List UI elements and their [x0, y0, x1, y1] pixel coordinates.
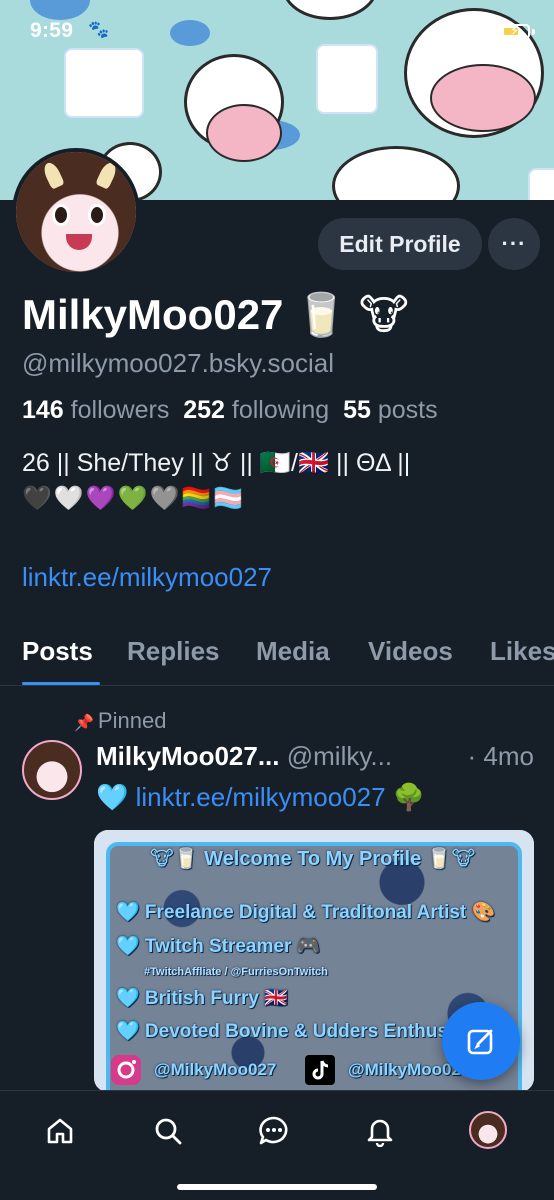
edit-profile-button[interactable]: Edit Profile — [318, 218, 482, 270]
bell-icon — [367, 1119, 393, 1147]
home-indicator — [177, 1184, 377, 1190]
compose-icon — [467, 1029, 493, 1055]
chat-icon — [259, 1116, 288, 1145]
home-icon — [47, 1118, 73, 1144]
profile-bio-line-2: 🖤🤍💜💚🩶🏳️‍🌈🏳️‍⚧️ — [22, 485, 246, 512]
profile-stats: 146 followers 252 following 55 posts — [22, 396, 438, 425]
wifi-icon — [472, 26, 492, 39]
image-title-text: 🐮🥛 Welcome To My Profile 🥛🐮 — [150, 848, 476, 870]
post-author-name: MilkyMoo027... — [96, 741, 280, 771]
profile-tabs: Posts Replies Media Videos Likes — [0, 630, 554, 686]
cellular-signal-icon — [436, 26, 460, 42]
image-text-line: 🩵 Freelance Digital & Traditonal Artist … — [116, 902, 496, 923]
paw-icon: 🐾 — [88, 20, 110, 39]
followers-label: followers — [70, 396, 170, 424]
profile-handle: @milkymoo027.bsky.social — [22, 348, 335, 378]
following-count: 252 — [183, 396, 225, 424]
pinned-indicator: 📌 Pinned — [74, 708, 166, 734]
more-options-button[interactable]: ··· — [488, 218, 540, 270]
status-bar: 9:59 🐾 ⚡ — [0, 0, 554, 64]
instagram-icon — [110, 1054, 142, 1086]
following-link[interactable]: 252 following — [183, 396, 329, 424]
post-link[interactable]: linktr.ee/milkymoo027 — [136, 782, 386, 812]
nav-search[interactable] — [148, 1111, 188, 1151]
post-body-suffix: 🌳 — [385, 782, 426, 812]
post-author-avatar[interactable] — [22, 740, 82, 800]
profile-avatar[interactable] — [12, 148, 140, 276]
image-text-line: 🩵 British Furry 🇬🇧 — [116, 988, 288, 1009]
profile-bio-line-1: 26 || She/They || ♉ || 🇩🇿/🇬🇧 || ΘΔ || — [22, 449, 411, 477]
search-icon — [155, 1118, 182, 1145]
image-text-line: #TwitchAffliate / @FurriesOnTwitch — [144, 966, 328, 978]
posts-count: 55 — [343, 396, 371, 424]
following-label: following — [231, 396, 330, 424]
nav-home[interactable] — [40, 1111, 80, 1151]
image-instagram-handle: @MilkyMoo027 — [154, 1060, 277, 1079]
tab-likes[interactable]: Likes — [490, 636, 554, 667]
battery-tip — [532, 29, 535, 35]
post-author-handle: @milky... — [286, 741, 393, 771]
followers-link[interactable]: 146 followers — [22, 396, 169, 424]
image-tiktok-handle: @MilkyMoo02 — [348, 1060, 461, 1079]
profile-bio-link[interactable]: linktr.ee/milkymoo027 — [22, 562, 272, 593]
tab-posts[interactable]: Posts — [22, 636, 93, 667]
posts-stat: 55 posts — [343, 396, 438, 424]
battery-charging-icon: ⚡ — [500, 23, 530, 39]
more-icon: ··· — [501, 231, 527, 256]
active-tab-indicator — [22, 682, 100, 685]
pin-icon: 📌 — [74, 715, 94, 732]
posts-label: posts — [377, 396, 438, 424]
tab-videos[interactable]: Videos — [368, 636, 453, 667]
status-time: 9:59 — [30, 19, 74, 42]
nav-profile-avatar[interactable] — [469, 1111, 507, 1149]
tiktok-icon — [304, 1054, 336, 1086]
nav-notifications[interactable] — [360, 1111, 400, 1151]
tab-replies[interactable]: Replies — [127, 636, 220, 667]
image-text-line: 🩵 Devoted Bovine & Udders Enthus — [116, 1021, 448, 1042]
post-body-prefix: 🩵 — [96, 782, 136, 812]
followers-count: 146 — [22, 396, 64, 424]
profile-display-name: MilkyMoo027 🥛 🐮 — [22, 291, 409, 338]
compose-post-button[interactable] — [442, 1002, 520, 1080]
image-text-line: 🩵 Twitch Streamer 🎮 — [116, 936, 321, 957]
tab-media[interactable]: Media — [256, 636, 330, 667]
post-timestamp: · 4mo — [467, 741, 534, 771]
nav-chat[interactable] — [254, 1111, 294, 1151]
pinned-label: Pinned — [97, 708, 167, 733]
post-body: 🩵 linktr.ee/milkymoo027 🌳 — [96, 782, 425, 813]
